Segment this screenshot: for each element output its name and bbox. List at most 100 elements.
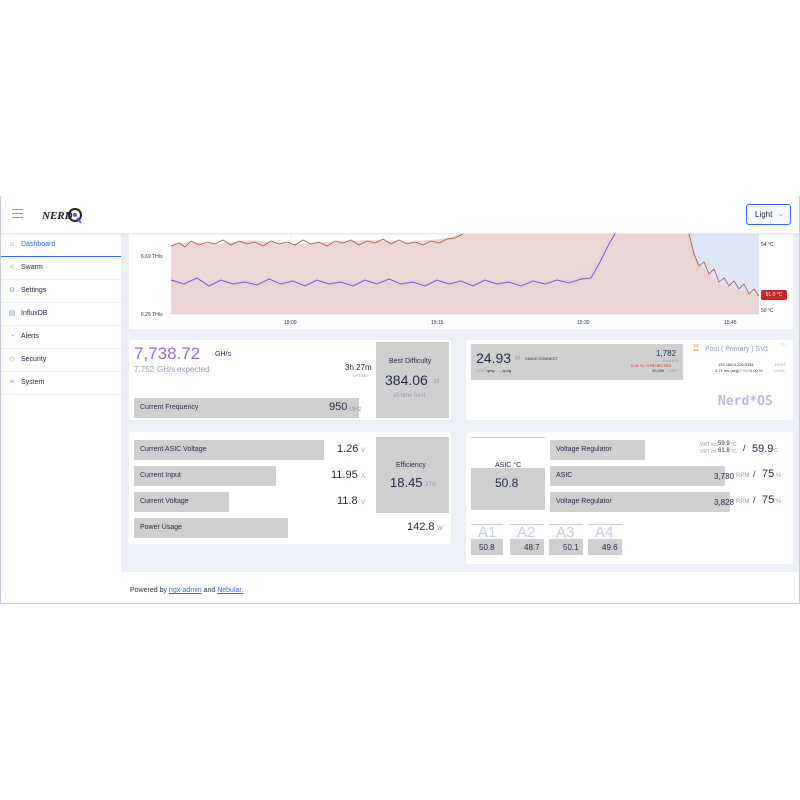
theme-select-value: Light — [755, 210, 773, 219]
power-usage-value: 142.8 — [407, 521, 435, 533]
svg-text:NERD: NERD — [41, 210, 73, 222]
footer: Powered by ngx-admin and Nebular. — [121, 572, 799, 603]
fan-vreg-rpm: 3,828 — [714, 498, 735, 507]
frequency-value: 950 — [329, 401, 348, 413]
asic-voltage-label: Current ASIC Voltage — [140, 446, 207, 453]
best-difficulty-title: Best Difficulty — [389, 358, 432, 365]
efficiency-unit: J/Th — [424, 482, 436, 488]
chevron-down-icon: ⌄ — [778, 211, 784, 218]
user-value: qmy……sp4g — [487, 368, 512, 373]
asic-a3-value: 50.1 — [563, 543, 579, 552]
y2-axis-label-top: 54 °C — [761, 242, 774, 248]
database-icon: ▤ — [8, 310, 16, 317]
chart-plot — [170, 234, 760, 315]
divider-line — [471, 437, 545, 438]
slash-separator: / — [743, 443, 746, 453]
fan-vreg-rpm-unit: RPM — [736, 499, 750, 505]
shield-icon: ◇ — [9, 356, 15, 363]
y2-axis-label-bottom: 50 °C — [761, 308, 774, 314]
fan-asic-pct: 75 — [762, 468, 775, 480]
main-content: 6.69 TH/s 6.25 TH/s 54 °C 50 °C 51.0 °C … — [121, 234, 799, 566]
efficiency-title: Efficiency — [396, 462, 426, 469]
diff-label: DIFF — [669, 368, 678, 373]
x-axis-label: 15:00 — [284, 320, 297, 326]
x-axis-label: 15:15 — [431, 320, 444, 326]
sidebar-item-system[interactable]: ≡ System — [1, 372, 121, 395]
fan-vreg-pct-unit: % — [776, 499, 782, 505]
ngx-admin-link[interactable]: ngx-admin — [169, 587, 202, 594]
x-axis-label: 15:30 — [577, 320, 590, 326]
asic-temp-value: 50.8 — [495, 476, 519, 490]
hashrate-value: 7,738.72 — [134, 344, 201, 363]
vrt-int-label: VRT int — [700, 449, 717, 455]
menu-toggle-icon[interactable] — [12, 209, 23, 218]
current-temp-tag: 51.0 °C — [761, 290, 787, 300]
vrt-ext-value: 59.9 — [718, 441, 730, 447]
list-icon: ≡ — [9, 379, 15, 386]
theme-select[interactable]: Light ⌄ — [746, 204, 791, 225]
bell-icon: ◔ — [9, 333, 15, 340]
sidebar-item-label: Swarm — [21, 264, 43, 271]
shares-unit: M — [515, 356, 520, 362]
sidebar-item-dashboard[interactable]: ⌂ Dashboard — [1, 234, 121, 257]
sidebar-item-alerts[interactable]: ◔ Alerts — [1, 326, 121, 349]
asic-a2-value: 48.7 — [524, 543, 540, 552]
sidebar-item-label: Alerts — [21, 333, 39, 340]
sidebar-item-settings[interactable]: ⚙ Settings — [1, 280, 121, 303]
shares-value: 24.93 — [476, 350, 512, 366]
ping-value: 3.71 ms (avg) — [715, 368, 740, 373]
sidebar-item-security[interactable]: ◇ Security — [1, 349, 121, 372]
expected-hashrate: 7,752 — [134, 365, 155, 374]
asic-voltage-unit: V — [361, 448, 366, 454]
fan-asic-rpm: 3,780 — [714, 472, 735, 481]
hashrate-card: 7,738.72 GH/s 7,752 GH/s expected 3h 27m… — [129, 340, 451, 420]
pool-host: 192.168.4.226:3334 — [718, 362, 754, 367]
asic-temp-label: ASIC °C — [495, 462, 522, 469]
expected-unit: GH/s — [157, 365, 176, 374]
sidebar: ⌂ Dashboard < Swarm ⚙ Settings ▤ InfluxD… — [1, 234, 121, 603]
hashrate-area — [171, 234, 759, 314]
shares-count: 1,782 — [656, 349, 677, 358]
ping-label: PING — [740, 368, 750, 373]
current-input-value: 11.95 — [331, 469, 358, 481]
asic-a1-value: 50.8 — [479, 543, 495, 552]
fan-asic-label: ASIC — [556, 472, 573, 479]
pool-title: Pool ( Primary ) SV1 — [705, 346, 769, 353]
hashrate-unit: GH/s — [215, 351, 231, 358]
expected-label: expected — [177, 365, 210, 374]
top-header: NERD Light ⌄ — [1, 196, 799, 234]
share-icon: < — [9, 264, 15, 271]
best-difficulty-value: 384.06 — [385, 372, 428, 388]
uptime-value: 3h 27m — [345, 363, 372, 372]
power-card: Current ASIC Voltage 1.26 V Current Inpu… — [129, 432, 451, 544]
x-axis-label: 15:45 — [724, 320, 737, 326]
thermal-card: ASIC °C 50.8 Voltage Regulator VRT ext 5… — [466, 432, 793, 564]
power-usage-label: Power Usage — [140, 524, 183, 531]
diff-value: 39,269 — [652, 368, 665, 373]
shares-pool-card: 24.93 M SINCE CONNECT 1,782 SHARES 0.00 … — [466, 340, 793, 420]
nebular-link[interactable]: Nebular. — [217, 587, 243, 594]
sidebar-item-swarm[interactable]: < Swarm — [1, 257, 121, 280]
sidebar-item-label: Dashboard — [21, 241, 56, 248]
settings-icon[interactable]: ⊙ — [781, 342, 785, 348]
fan-asic-bar — [550, 466, 725, 486]
y-axis-label-bottom: 6.25 TH/s — [141, 312, 163, 318]
fan-vreg-label: Voltage Regulator — [556, 498, 612, 505]
host-label: HOST — [775, 362, 787, 367]
current-input-unit: A — [361, 474, 366, 480]
pool-icon: ♖ — [692, 343, 701, 353]
nerdos-brand: Nerd*OS — [718, 394, 773, 409]
vrt-ext-unit: °C — [731, 442, 737, 448]
current-input-label: Current Input — [140, 472, 181, 479]
loss-label: LOSS — [774, 368, 785, 373]
vreg-temp-label: Voltage Regulator — [556, 446, 612, 453]
sidebar-item-label: InfluxDB — [21, 310, 48, 317]
power-usage-unit: W — [437, 526, 443, 532]
sidebar-item-influxdb[interactable]: ▤ InfluxDB — [1, 303, 121, 326]
app-window: NERD Light ⌄ ⌂ Dashboard < Swarm ⚙ Setti… — [0, 196, 800, 604]
efficiency-value: 18.45 — [390, 475, 423, 490]
sidebar-item-label: Settings — [21, 287, 47, 294]
uptime-label: UPTIME — [353, 373, 369, 378]
nerdq-logo[interactable]: NERD — [41, 204, 85, 226]
vrt-max-value: 59.9 — [752, 443, 774, 455]
